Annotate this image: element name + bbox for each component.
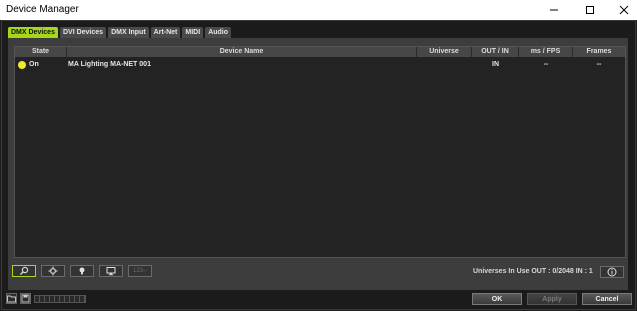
table-row[interactable]: On MA Lighting MA-NET 001 IN -- -- [15,60,625,70]
settings-button[interactable] [41,265,65,277]
zoom-slider[interactable] [34,294,86,303]
cell-out-in: IN [492,61,499,68]
cell-ms-fps: -- [543,61,549,68]
tab-midi[interactable]: MIDI [182,27,204,38]
search-icon [20,266,29,275]
cell-device-name: MA Lighting MA-NET 001 [68,61,151,68]
info-button[interactable] [600,266,624,278]
title-bar: Device Manager [0,0,637,20]
numbering-button[interactable]: 123-- [128,265,152,277]
gear-icon [48,266,58,276]
tab-audio[interactable]: Audio [205,27,232,38]
maximize-button[interactable] [572,0,608,20]
monitor-icon [106,267,116,276]
minimize-icon [550,9,558,11]
folder-button[interactable] [6,293,17,304]
tab-dmx-devices[interactable]: DMX Devices [8,27,58,38]
folder-icon [7,295,16,303]
device-table: State Device Name Universe OUT / IN ms /… [14,46,626,258]
status-indicator-icon [18,61,26,69]
universes-status: Universes In Use OUT : 0/2048 IN : 1 [473,268,593,275]
footer-tools [6,293,86,304]
column-header-state[interactable]: State [15,47,67,57]
search-devices-button[interactable] [12,265,36,277]
tab-dmx-input[interactable]: DMX Input [108,27,149,38]
identify-button[interactable] [70,265,94,277]
column-header-universe[interactable]: Universe [417,47,472,57]
ok-button[interactable]: OK [472,293,522,305]
apply-button[interactable]: Apply [527,293,577,305]
cancel-button[interactable]: Cancel [582,293,632,305]
column-header-ms-fps[interactable]: ms / FPS [519,47,573,57]
floppy-disk-icon [21,294,30,303]
display-button[interactable] [99,265,123,277]
save-button[interactable] [20,293,31,304]
cell-frames: -- [596,61,602,68]
tab-dvi-devices[interactable]: DVI Devices [59,27,107,38]
table-header: State Device Name Universe OUT / IN ms /… [15,47,625,57]
info-icon [607,267,617,277]
lightbulb-icon [79,267,85,275]
column-header-frames[interactable]: Frames [573,47,625,57]
tab-art-net[interactable]: Art-Net [150,27,181,38]
window-title: Device Manager [6,4,79,15]
close-button[interactable] [606,0,637,20]
device-toolbar: 123-- [12,265,152,279]
column-header-out-in[interactable]: OUT / IN [472,47,519,57]
tab-bar: DMX Devices DVI Devices DMX Input Art-Ne… [8,27,232,38]
column-header-device-name[interactable]: Device Name [67,47,417,57]
close-icon [619,5,629,15]
cell-universe [417,60,472,70]
cell-state: On [29,61,39,68]
maximize-icon [586,6,594,14]
minimize-button[interactable] [536,0,572,20]
